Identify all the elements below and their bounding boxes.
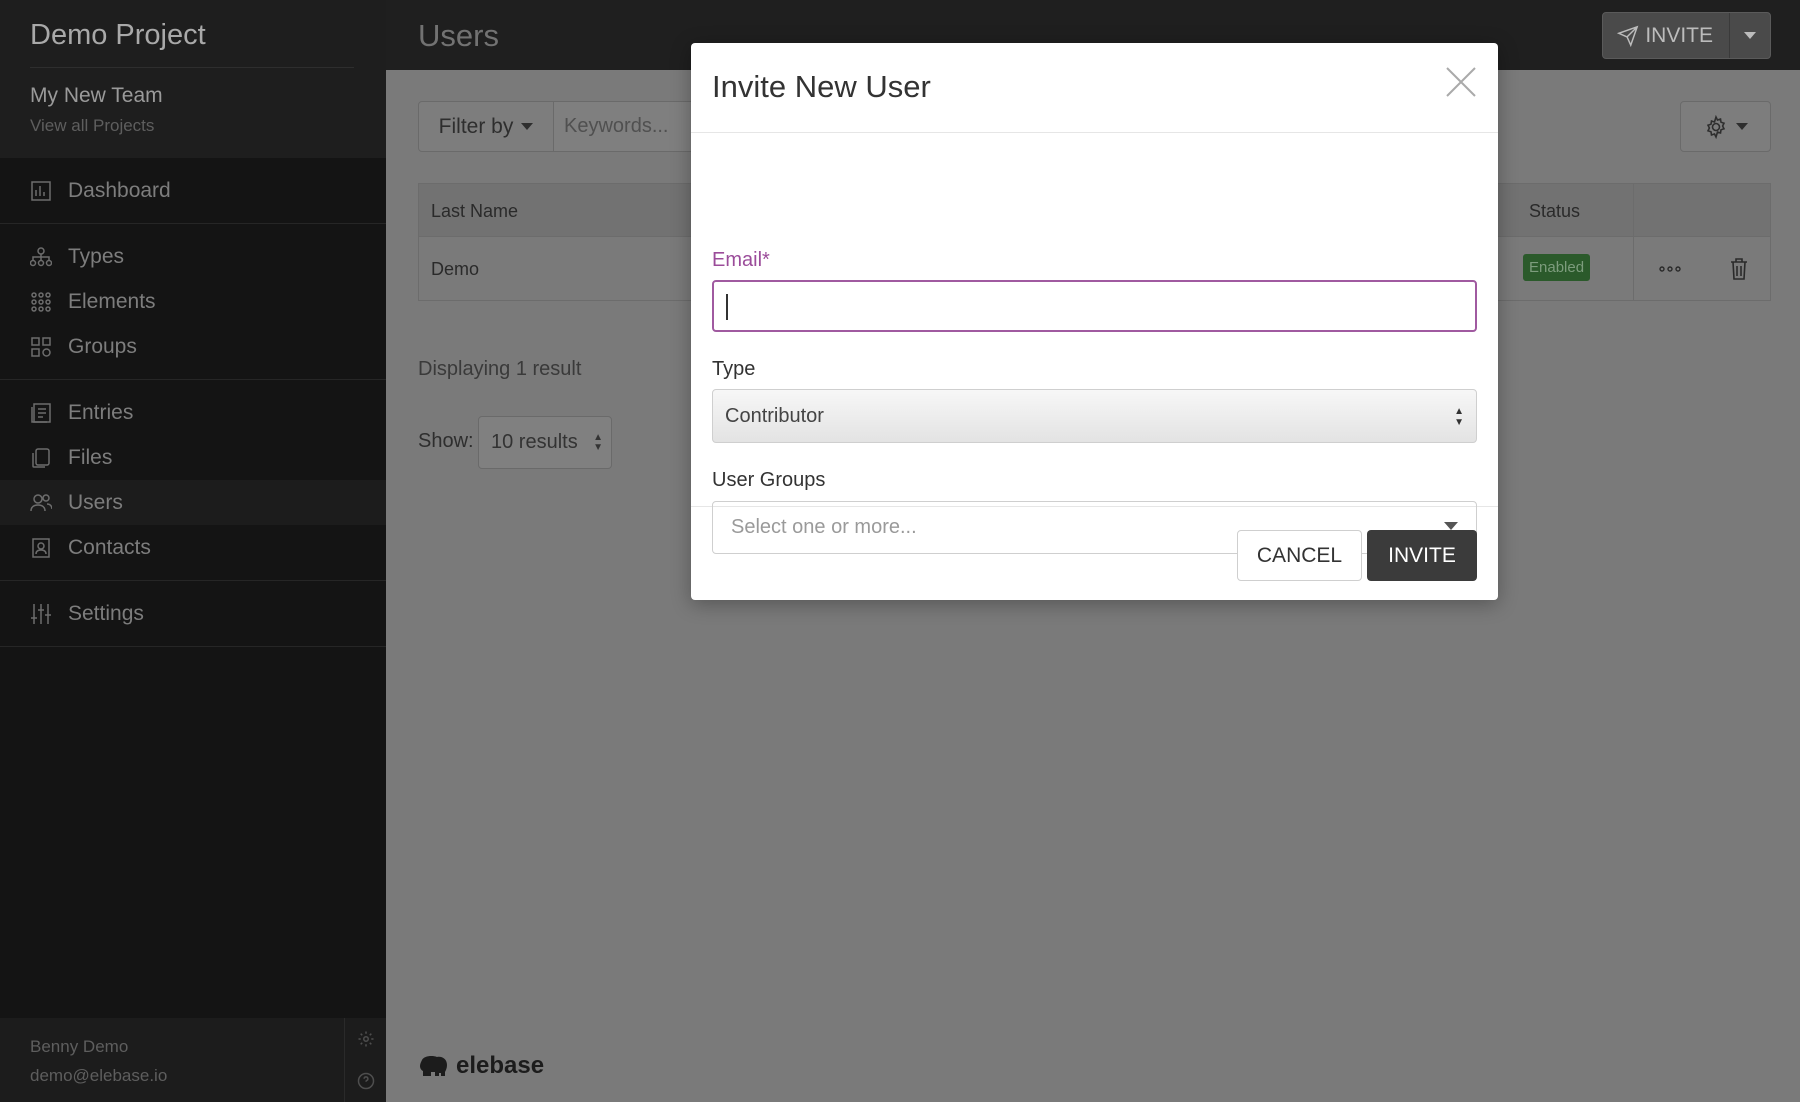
files-icon <box>30 447 52 469</box>
modal-header: Invite New User <box>691 43 1498 133</box>
more-options-icon[interactable] <box>1658 266 1681 272</box>
gear-icon <box>358 1031 373 1047</box>
user-type-select[interactable]: Contributor ▲ ▼ <box>712 389 1477 443</box>
help-icon <box>357 1072 374 1090</box>
sidebar-item-label: Entries <box>68 400 134 424</box>
elephant-icon <box>420 1056 447 1076</box>
contacts-icon <box>30 537 52 559</box>
sidebar-item-files[interactable]: Files <box>0 435 386 480</box>
modal-footer: CANCEL INVITE <box>691 508 1498 600</box>
invite-button-label: INVITE <box>1645 23 1713 47</box>
modal-body: Email* Type Contributor ▲ ▼ User Groups S… <box>691 133 1498 554</box>
filter-by-label: Filter by <box>438 114 514 138</box>
sidebar-item-entries[interactable]: Entries <box>0 390 386 435</box>
sidebar-item-label: Users <box>68 490 123 514</box>
status-badge: Enabled <box>1523 254 1591 281</box>
sidebar-item-label: Contacts <box>68 535 151 559</box>
select-arrows-icon: ▲ ▼ <box>1454 406 1464 428</box>
sidebar-item-users[interactable]: Users <box>0 480 386 525</box>
caret-down-icon <box>1735 122 1748 130</box>
entries-icon <box>30 402 52 424</box>
close-icon[interactable] <box>1444 65 1478 99</box>
type-label: Type <box>712 358 756 380</box>
user-type-value: Contributor <box>725 404 824 427</box>
sidebar-item-label: Elements <box>68 289 156 313</box>
team-name: My New Team <box>30 84 163 107</box>
email-label: Email* <box>712 249 770 271</box>
gear-icon <box>1706 114 1725 139</box>
view-all-projects-link[interactable]: View all Projects <box>30 116 154 136</box>
sidebar-header: Demo Project My New Team View all Projec… <box>0 0 386 158</box>
sidebar-footer: Benny Demo demo@elebase.io <box>0 1018 386 1102</box>
filter-by-button[interactable]: Filter by <box>418 101 554 152</box>
caret-down-icon <box>521 122 534 130</box>
user-name: Benny Demo <box>30 1037 129 1056</box>
modal-title: Invite New User <box>712 69 931 104</box>
select-arrows-icon: ▲ ▼ <box>593 432 603 453</box>
column-header-status[interactable]: Status <box>1529 184 1580 238</box>
table-settings-button[interactable] <box>1680 101 1771 152</box>
sidebar-item-contacts[interactable]: Contacts <box>0 525 386 570</box>
brand-name: elebase <box>456 1052 545 1079</box>
user-groups-label: User Groups <box>712 469 826 491</box>
current-user: Benny Demo demo@elebase.io <box>30 1032 167 1090</box>
sidebar-item-label: Dashboard <box>68 178 171 202</box>
cancel-button[interactable]: CANCEL <box>1237 530 1362 581</box>
nav-group: Entries Files Users Contacts <box>0 380 386 581</box>
column-header-last-name[interactable]: Last Name <box>431 184 518 238</box>
types-icon <box>30 246 52 268</box>
trash-icon[interactable] <box>1730 258 1748 280</box>
sidebar-item-label: Files <box>68 445 113 469</box>
result-count: Displaying 1 result <box>418 358 582 380</box>
user-email: demo@elebase.io <box>30 1066 168 1085</box>
show-label: Show: <box>418 430 474 452</box>
sidebar-item-groups[interactable]: Groups <box>0 324 386 369</box>
cell-last-name: Demo <box>431 259 480 279</box>
row-actions <box>1633 237 1772 301</box>
sidebar-nav: Dashboard Types Elements Groups Entries Files… <box>0 158 386 647</box>
sidebar-item-label: Types <box>68 244 125 268</box>
dashboard-icon <box>30 180 52 202</box>
settings-sliders-icon <box>30 603 52 625</box>
sidebar-item-settings[interactable]: Settings <box>0 591 386 636</box>
results-per-page-select[interactable]: 10 results ▲ ▼ <box>478 416 612 469</box>
sidebar-item-types[interactable]: Types <box>0 234 386 279</box>
caret-down-icon <box>1744 31 1756 39</box>
sidebar: Demo Project My New Team View all Projec… <box>0 0 386 1102</box>
nav-group: Dashboard <box>0 158 386 224</box>
column-header-actions <box>1633 184 1772 238</box>
sidebar-item-elements[interactable]: Elements <box>0 279 386 324</box>
invite-button[interactable]: INVITE <box>1603 13 1730 58</box>
invite-submit-button[interactable]: INVITE <box>1367 530 1477 581</box>
elements-icon <box>30 291 52 313</box>
nav-group: Types Elements Groups <box>0 224 386 380</box>
results-per-page-value: 10 results <box>491 431 578 453</box>
sidebar-item-dashboard[interactable]: Dashboard <box>0 168 386 213</box>
help-button[interactable] <box>344 1060 386 1102</box>
sidebar-item-label: Groups <box>68 334 137 358</box>
groups-icon <box>30 336 52 358</box>
text-cursor <box>726 294 728 320</box>
account-settings-button[interactable] <box>344 1018 386 1060</box>
invite-dropdown-toggle[interactable] <box>1730 13 1770 58</box>
brand-logo: elebase <box>418 1052 544 1080</box>
paper-plane-icon <box>1617 25 1639 47</box>
invite-user-modal: Invite New User Email* Type Contributor … <box>691 43 1498 600</box>
page-title: Users <box>418 18 499 53</box>
project-name[interactable]: Demo Project <box>30 18 354 68</box>
email-field[interactable] <box>712 280 1477 332</box>
invite-split-button: INVITE <box>1602 12 1771 59</box>
users-icon <box>30 492 52 514</box>
nav-group: Settings <box>0 581 386 647</box>
sidebar-item-label: Settings <box>68 601 144 625</box>
